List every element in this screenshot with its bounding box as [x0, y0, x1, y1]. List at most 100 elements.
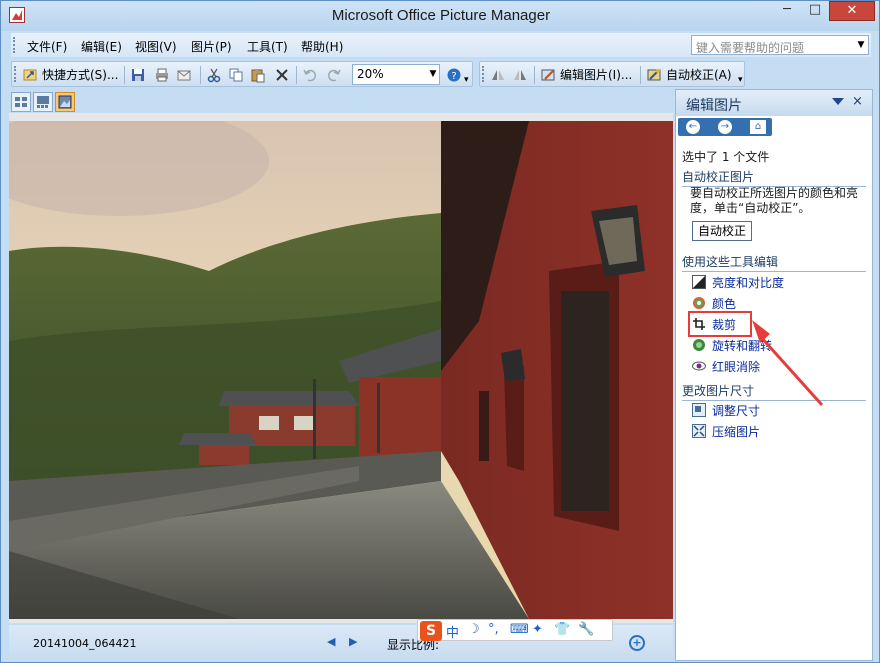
task-pane-nav: ← → ⌂ — [678, 118, 772, 136]
app-window: Microsoft Office Picture Manager ─ □ ✕ 文… — [0, 0, 880, 663]
save-icon[interactable] — [130, 67, 146, 83]
baidu-paw-icon — [738, 581, 764, 609]
thumbnail-view-icon[interactable] — [11, 92, 31, 112]
crop-highlight-box — [688, 311, 752, 337]
zoom-in-icon[interactable]: + — [629, 635, 645, 651]
redo-icon[interactable] — [326, 67, 342, 83]
watermark-brand-2: du — [768, 578, 808, 611]
rotate-left-icon[interactable] — [490, 67, 506, 83]
forward-icon[interactable]: → — [718, 120, 732, 134]
close-button[interactable]: ✕ — [829, 1, 875, 21]
watermark-brand: Bai — [678, 578, 728, 611]
compress-icon — [692, 424, 706, 438]
status-bar: 20141004_064421 ◀ ▶ 显示比例: S 中 ☽ °, ⌨ ✦ 👕… — [9, 619, 673, 661]
picture-viewer[interactable] — [9, 113, 673, 623]
standard-toolbar: 快捷方式(S)... 20% ▼ ? ▾ — [11, 61, 473, 87]
zoom-select[interactable]: 20% ▼ — [352, 64, 440, 85]
baidu-watermark: Bai du 经验 jingyan.baidu.com — [676, 570, 866, 640]
toolbar-overflow-icon[interactable]: ▾ — [738, 70, 743, 90]
maximize-button[interactable]: □ — [801, 1, 829, 21]
ime-tools-icon[interactable]: 🔧 — [578, 622, 594, 637]
resize-icon — [692, 403, 706, 417]
back-icon[interactable]: ← — [686, 120, 700, 134]
auto-correct-icon — [647, 69, 661, 81]
auto-correct-description: 要自动校正所选图片的颜色和亮度，单击“自动校正”。 — [690, 186, 859, 215]
title-bar: Microsoft Office Picture Manager ─ □ ✕ — [1, 1, 879, 31]
task-pane-title: 编辑图片 — [686, 98, 742, 114]
menu-view[interactable]: 视图(V) — [135, 38, 177, 55]
menu-edit[interactable]: 编辑(E) — [81, 38, 122, 55]
color-icon — [693, 297, 705, 309]
edit-tools-section: 使用这些工具编辑 — [682, 253, 866, 272]
resize-section: 更改图片尺寸 — [682, 382, 866, 401]
tool-color[interactable]: 颜色 — [712, 295, 736, 312]
toolbar-separator — [296, 66, 297, 84]
toolbar-grip[interactable] — [14, 66, 17, 82]
menu-file[interactable]: 文件(F) — [27, 38, 67, 55]
task-pane-close-icon[interactable]: × — [852, 94, 863, 109]
previous-picture-icon[interactable]: ◀ — [327, 635, 335, 648]
toolbar-separator — [124, 66, 125, 84]
task-pane-header: 编辑图片 × — [676, 90, 872, 116]
svg-text:?: ? — [451, 71, 456, 82]
single-picture-view-icon[interactable] — [55, 92, 75, 112]
ime-halfwidth-icon[interactable]: ☽ — [468, 622, 480, 637]
tool-compress[interactable]: 压缩图片 — [712, 423, 760, 440]
ime-keyboard-icon[interactable]: ⌨ — [510, 622, 529, 637]
shortcut-icon — [23, 69, 37, 81]
help-placeholder: 键入需要帮助的问题 — [696, 41, 805, 55]
ime-toolbar[interactable]: S 中 ☽ °, ⌨ ✦ 👕 🔧 — [417, 619, 613, 641]
view-mode-bar — [9, 91, 671, 113]
picture-toolbar: 编辑图片(I)... 自动校正(A) ▾ — [479, 61, 745, 87]
ime-user-icon[interactable]: ✦ — [532, 622, 543, 637]
tool-rotate-flip[interactable]: 旋转和翻转 — [712, 337, 772, 354]
tool-resize[interactable]: 调整尺寸 — [712, 402, 760, 419]
zoom-value: 20% — [357, 67, 384, 81]
auto-correct-button[interactable]: 自动校正(A) — [666, 65, 732, 85]
menu-bar: 文件(F) 编辑(E) 视图(V) 图片(P) 工具(T) 帮助(H) 键入需要… — [11, 33, 871, 57]
undo-icon[interactable] — [302, 67, 318, 83]
menu-tools[interactable]: 工具(T) — [247, 38, 288, 55]
copy-icon[interactable] — [228, 67, 244, 83]
watermark-cn: 经验 — [806, 586, 854, 614]
tool-brightness-contrast[interactable]: 亮度和对比度 — [712, 274, 784, 291]
menu-help[interactable]: 帮助(H) — [301, 38, 343, 55]
help-dropdown-icon[interactable]: ▼ — [854, 36, 868, 54]
rotate-right-icon[interactable] — [512, 67, 528, 83]
zoom-dropdown-icon[interactable]: ▼ — [427, 65, 439, 84]
next-picture-icon[interactable]: ▶ — [349, 635, 357, 648]
sogou-ime-icon[interactable]: S — [420, 621, 442, 641]
selection-status: 选中了 1 个文件 — [682, 150, 770, 164]
ime-chinese-mode-icon[interactable]: 中 — [446, 622, 459, 641]
toolbar-separator — [640, 66, 641, 84]
print-icon[interactable] — [154, 67, 170, 83]
edit-picture-icon — [541, 69, 555, 81]
toolbar-grip[interactable] — [482, 66, 485, 82]
brightness-contrast-icon — [692, 275, 706, 289]
red-eye-icon — [692, 361, 706, 371]
toolbar-overflow-icon[interactable]: ▾ — [464, 70, 469, 90]
watermark-url: jingyan.baidu.com — [680, 620, 800, 635]
filmstrip-view-icon[interactable] — [33, 92, 53, 112]
menu-grip[interactable] — [13, 37, 16, 53]
help-icon[interactable]: ? — [446, 67, 462, 83]
tool-red-eye[interactable]: 红眼消除 — [712, 358, 760, 375]
email-icon[interactable] — [176, 67, 192, 83]
menu-picture[interactable]: 图片(P) — [191, 38, 232, 55]
shortcuts-button[interactable]: 快捷方式(S)... — [42, 65, 118, 85]
ime-punctuation-icon[interactable]: °, — [488, 622, 499, 637]
task-pane-dropdown-icon[interactable] — [832, 98, 844, 105]
auto-correct-panel-button[interactable]: 自动校正 — [692, 221, 752, 241]
toolbar-separator — [534, 66, 535, 84]
help-search-input[interactable]: 键入需要帮助的问题 ▼ — [691, 35, 869, 55]
paste-icon[interactable] — [250, 67, 266, 83]
window-title: Microsoft Office Picture Manager — [331, 7, 551, 24]
edit-picture-button[interactable]: 编辑图片(I)... — [560, 65, 632, 85]
ime-skin-icon[interactable]: 👕 — [554, 622, 570, 637]
delete-icon[interactable] — [274, 67, 290, 83]
cut-icon[interactable] — [206, 67, 222, 83]
selected-photo[interactable] — [9, 121, 673, 619]
home-icon[interactable]: ⌂ — [750, 120, 766, 134]
auto-correct-section: 自动校正图片 — [682, 168, 866, 187]
minimize-button[interactable]: ─ — [773, 1, 801, 21]
